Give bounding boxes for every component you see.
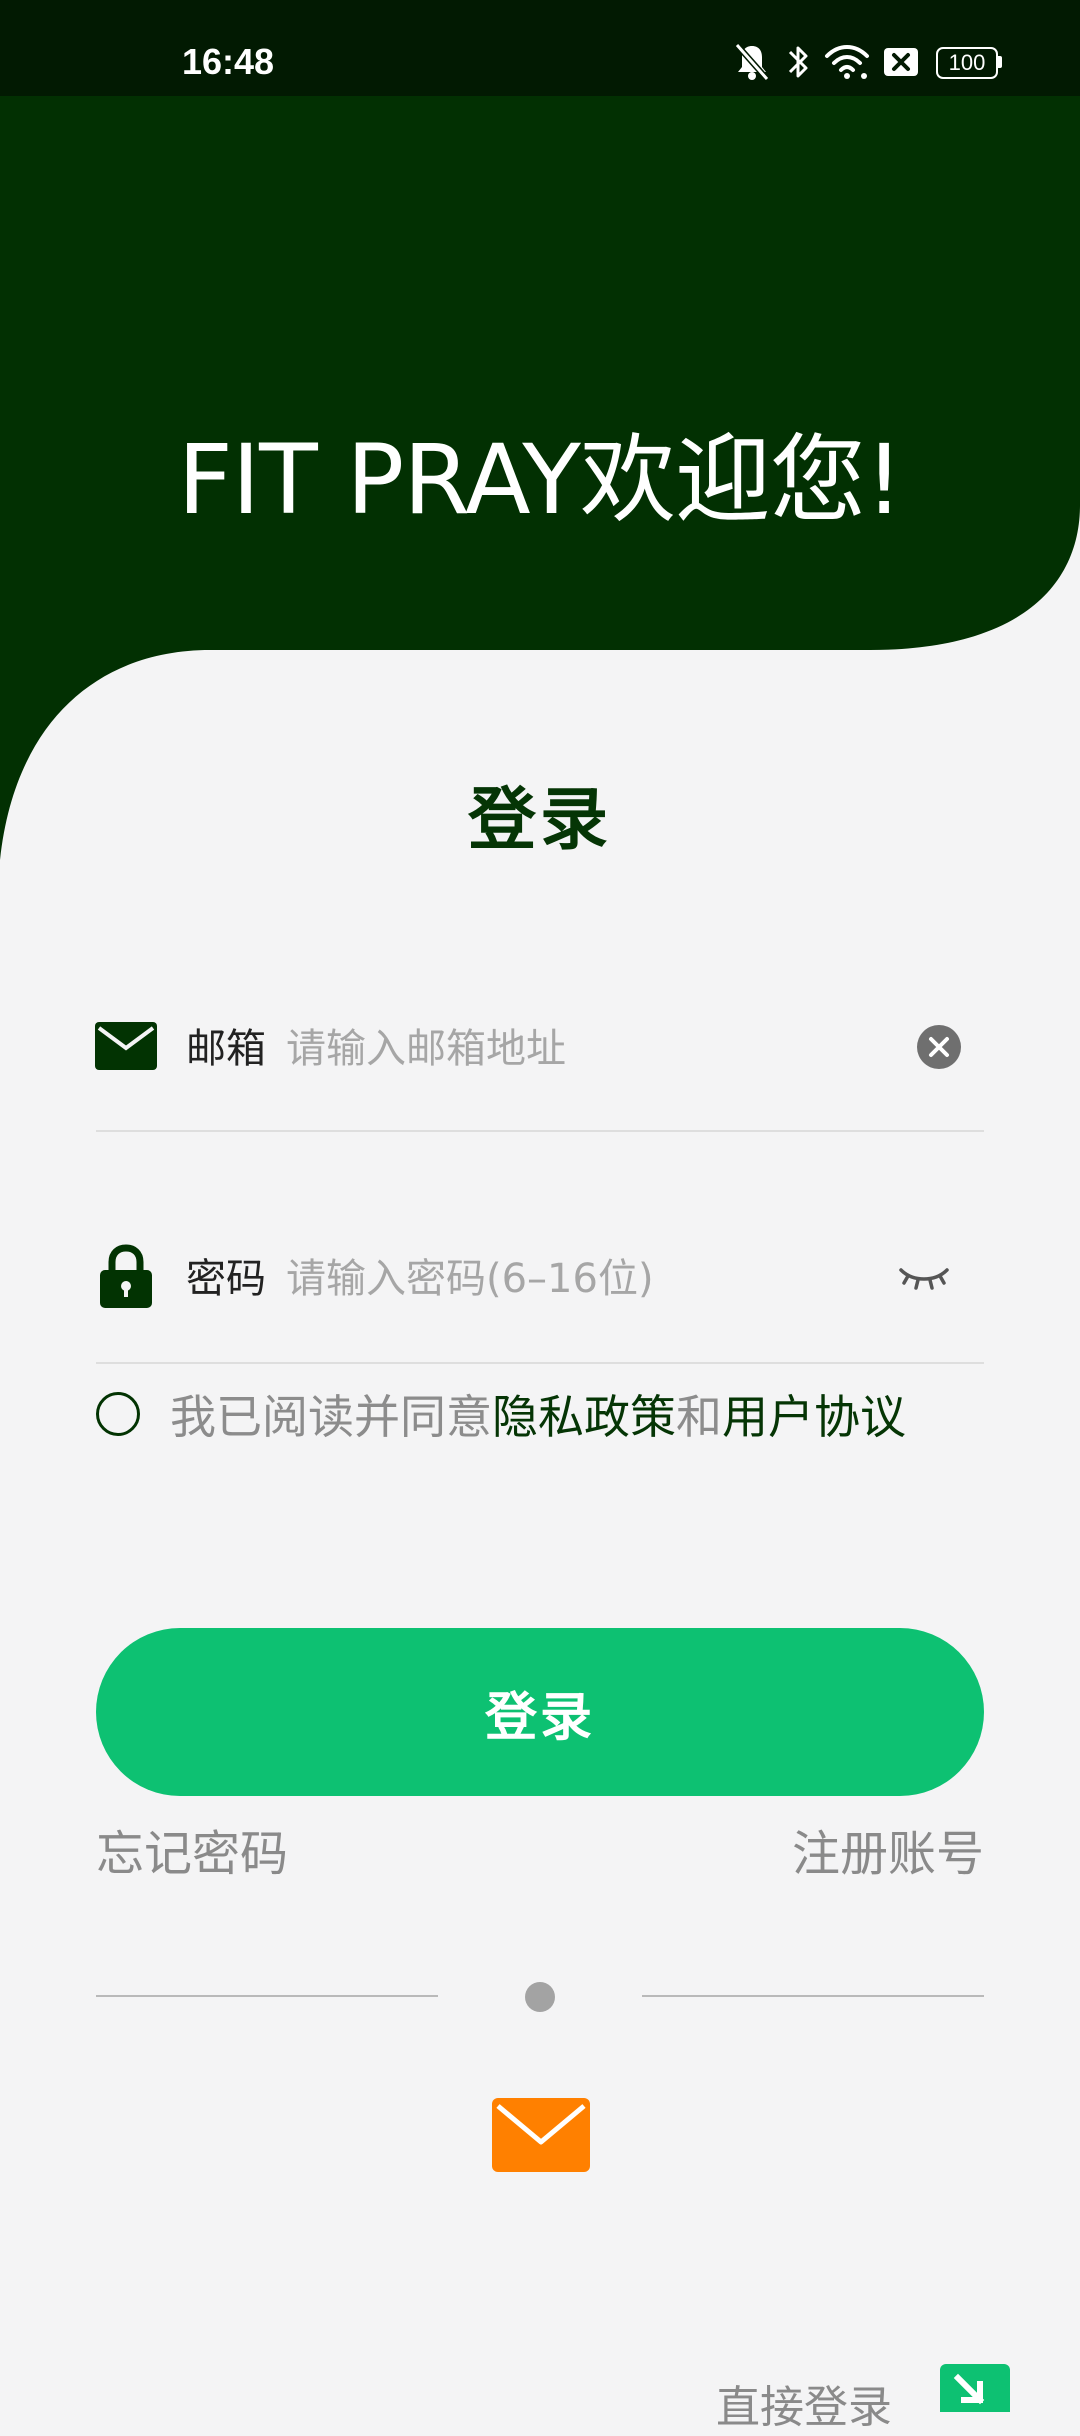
bell-off-icon	[734, 43, 770, 81]
separator-right	[642, 1995, 984, 1997]
email-divider	[96, 1130, 984, 1132]
register-link[interactable]: 注册账号	[792, 1824, 984, 1884]
agreement-prefix: 我已阅读并同意	[170, 1390, 492, 1444]
arrow-icon[interactable]	[940, 2364, 1010, 2412]
battery-icon: 100	[934, 40, 1004, 84]
battery-level: 100	[948, 50, 986, 75]
status-bar: 16:48 100	[0, 0, 1080, 96]
eye-closed-icon[interactable]	[898, 1262, 950, 1292]
login-button[interactable]: 登录	[96, 1628, 984, 1796]
password-label: 密码	[186, 1256, 266, 1302]
password-divider	[96, 1362, 984, 1364]
lock-icon	[100, 1244, 152, 1308]
agreement-text: 我已阅读并同意隐私政策和用户协议	[170, 1388, 906, 1446]
email-login-icon[interactable]	[492, 2098, 590, 2172]
agreement-and: 和	[676, 1390, 722, 1444]
privacy-policy-link[interactable]: 隐私政策	[492, 1390, 676, 1444]
agreement-checkbox[interactable]	[96, 1392, 140, 1436]
welcome-title: FIT PRAY欢迎您!	[177, 424, 904, 536]
close-box-icon	[884, 48, 918, 76]
bluetooth-icon	[788, 46, 808, 78]
login-title: 登录	[467, 781, 612, 860]
wifi-icon	[825, 45, 869, 79]
separator-dot	[525, 1982, 555, 2012]
separator-left	[96, 1995, 438, 1997]
password-input[interactable]	[286, 1254, 846, 1304]
email-label: 邮箱	[186, 1026, 266, 1072]
clear-icon[interactable]	[916, 1024, 962, 1070]
user-agreement-link[interactable]: 用户协议	[722, 1390, 906, 1444]
mail-icon	[95, 1022, 157, 1070]
direct-login-link[interactable]: 直接登录	[716, 2380, 892, 2436]
status-time: 16:48	[182, 41, 275, 82]
email-input[interactable]	[286, 1024, 886, 1074]
forgot-password-link[interactable]: 忘记密码	[96, 1824, 288, 1884]
